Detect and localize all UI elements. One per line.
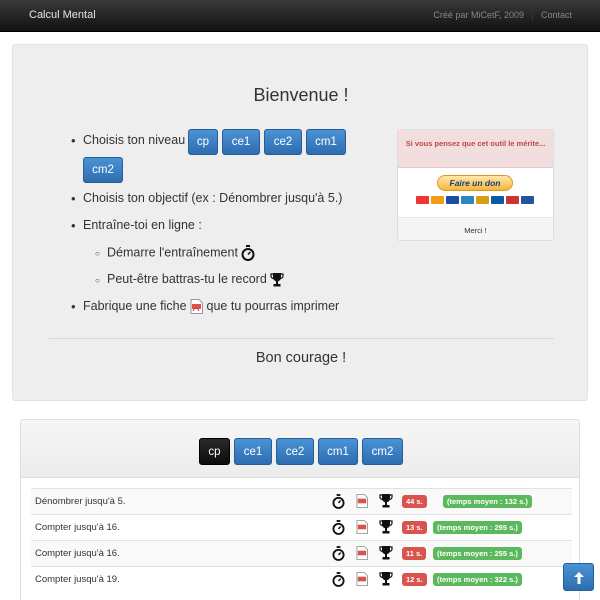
table-row: Compter jusqu'à 16. 11 s. (temps moyen :…: [31, 540, 572, 566]
table-row: Compter jusqu'à 16. 13 s. (temps moyen :…: [31, 514, 572, 540]
navbar-divider: [531, 9, 533, 21]
record-badge: 44 s.: [402, 495, 427, 508]
list-item-record: Peut-être battras-tu le record: [71, 272, 391, 287]
panel-heading: cp ce1 ce2 cm1 cm2: [21, 420, 579, 478]
train-text: Entraîne-toi en ligne :: [83, 218, 202, 232]
record-badge: 13 s.: [402, 521, 427, 534]
donate-box: Si vous pensez que cet outil le mérite..…: [397, 129, 554, 241]
tab-cm1[interactable]: cm1: [318, 438, 358, 465]
exercise-label[interactable]: Compter jusqu'à 16.: [35, 548, 120, 559]
donate-heading: Si vous pensez que cet outil le mérite..…: [398, 130, 553, 168]
level-button-cm1[interactable]: cm1: [306, 129, 346, 155]
navbar-right: Créé par MiCetF, 2009 Contact: [433, 9, 572, 21]
exercise-label[interactable]: Compter jusqu'à 19.: [35, 574, 120, 585]
tab-ce1[interactable]: ce1: [234, 438, 272, 465]
donate-body: Faire un don: [398, 168, 553, 218]
pdf-icon[interactable]: [356, 494, 368, 508]
stopwatch-icon[interactable]: [332, 494, 345, 509]
visa-icon: [446, 196, 459, 204]
pdf-icon[interactable]: [356, 572, 368, 586]
pdf-icon[interactable]: [356, 546, 368, 560]
visa-electron-icon: [461, 196, 474, 204]
stopwatch-icon[interactable]: [332, 520, 345, 535]
average-badge: (temps moyen : 255 s.): [433, 547, 522, 560]
level-label: Choisis ton niveau :: [83, 133, 193, 147]
table-row: Dénombrer jusqu'à 5. 44 s. (temps moyen …: [31, 488, 572, 514]
list-item-objective: Choisis ton objectif (ex : Dénombrer jus…: [71, 191, 391, 206]
divider: [49, 338, 554, 339]
trophy-icon[interactable]: [379, 571, 393, 586]
scroll-to-top-button[interactable]: [563, 563, 594, 591]
level-tabs: cp ce1 ce2 cm1 cm2: [199, 438, 403, 465]
tab-cp[interactable]: cp: [199, 438, 230, 465]
credit-text: Créé par MiCetF, 2009: [433, 10, 524, 20]
average-badge: (temps moyen : 295 s.): [433, 521, 522, 534]
contact-link[interactable]: Contact: [541, 10, 572, 21]
pdf-icon[interactable]: [190, 299, 204, 315]
list-item-start: Démarre l'entraînement: [71, 245, 391, 261]
record-badge: 11 s.: [402, 547, 427, 560]
arrow-up-icon: [573, 572, 584, 584]
hero-unit: Bienvenue ! Choisis ton niveau : cp ce1 …: [12, 44, 588, 401]
beat-record-link[interactable]: Peut-être battras-tu le record: [107, 272, 267, 286]
stopwatch-icon[interactable]: [332, 546, 345, 561]
objective-text: Choisis ton objectif (ex : Dénombrer jus…: [83, 191, 343, 205]
donate-thanks: Merci !: [464, 226, 487, 235]
start-training-link[interactable]: Démarre l'entraînement: [107, 245, 238, 259]
level-button-cm2[interactable]: cm2: [83, 157, 123, 183]
tab-cm2[interactable]: cm2: [362, 438, 403, 465]
hero-footer: Bon courage !: [255, 350, 347, 366]
pdf-icon[interactable]: [356, 520, 368, 534]
maestro-icon: [431, 196, 444, 204]
list-item-sheet: Fabrique une fiche que tu pourras imprim…: [71, 299, 391, 315]
exercises-table: Dénombrer jusqu'à 5. 44 s. (temps moyen …: [31, 488, 572, 592]
printable-text: que tu pourras imprimer: [206, 299, 340, 313]
amex-icon: [476, 196, 489, 204]
exercise-label[interactable]: Compter jusqu'à 16.: [35, 522, 120, 533]
tab-ce2[interactable]: ce2: [276, 438, 314, 465]
average-badge: (temps moyen : 322 s.): [433, 573, 522, 586]
average-badge: (temps moyen : 132 s.): [443, 495, 532, 508]
payment-cards: [416, 196, 534, 204]
make-sheet-text: Fabrique une fiche: [83, 299, 187, 313]
trophy-icon[interactable]: [379, 519, 393, 534]
discover-icon: [506, 196, 519, 204]
list-item-train: Entraîne-toi en ligne :: [71, 218, 391, 233]
trophy-icon[interactable]: [270, 272, 284, 287]
donate-button[interactable]: Faire un don: [437, 175, 513, 191]
stopwatch-icon[interactable]: [241, 245, 255, 261]
trophy-icon[interactable]: [379, 545, 393, 560]
navbar: Calcul Mental Créé par MiCetF, 2009 Cont…: [0, 0, 600, 32]
stopwatch-icon[interactable]: [332, 572, 345, 587]
exercises-panel: cp ce1 ce2 cm1 cm2 Dénombrer jusqu'à 5. …: [20, 419, 580, 600]
exercise-label[interactable]: Dénombrer jusqu'à 5.: [35, 496, 126, 507]
level-button-ce2[interactable]: ce2: [264, 129, 302, 155]
cb-icon: [491, 196, 504, 204]
level-button-ce1[interactable]: ce1: [222, 129, 260, 155]
hero-title: Bienvenue !: [253, 85, 349, 105]
list-item-level: Choisis ton niveau : cp ce1 ce2 cm1 cm2: [71, 129, 381, 183]
level-button-cp[interactable]: cp: [188, 129, 218, 155]
bank-icon: [521, 196, 534, 204]
record-badge: 12 s.: [402, 573, 427, 586]
table-row: Compter jusqu'à 19. 12 s. (temps moyen :…: [31, 566, 572, 592]
trophy-icon[interactable]: [379, 493, 393, 508]
brand-link[interactable]: Calcul Mental: [29, 9, 96, 21]
mastercard-icon: [416, 196, 429, 204]
